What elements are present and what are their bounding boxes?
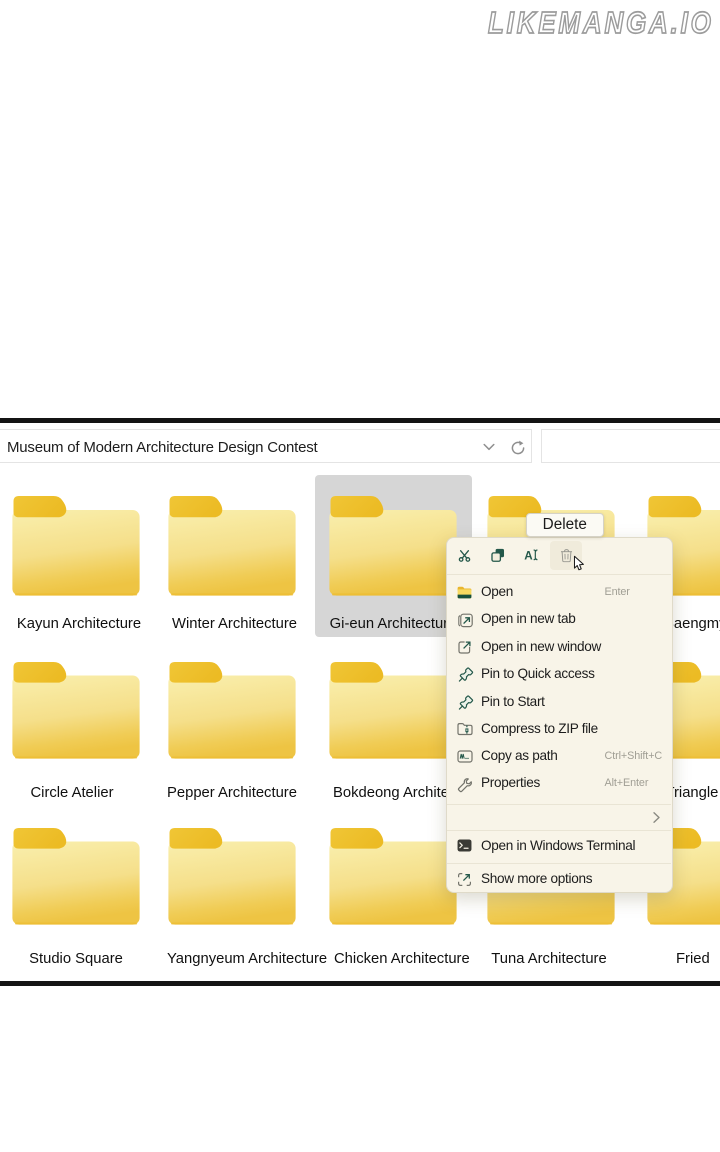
svg-text:A: A [524, 549, 533, 562]
